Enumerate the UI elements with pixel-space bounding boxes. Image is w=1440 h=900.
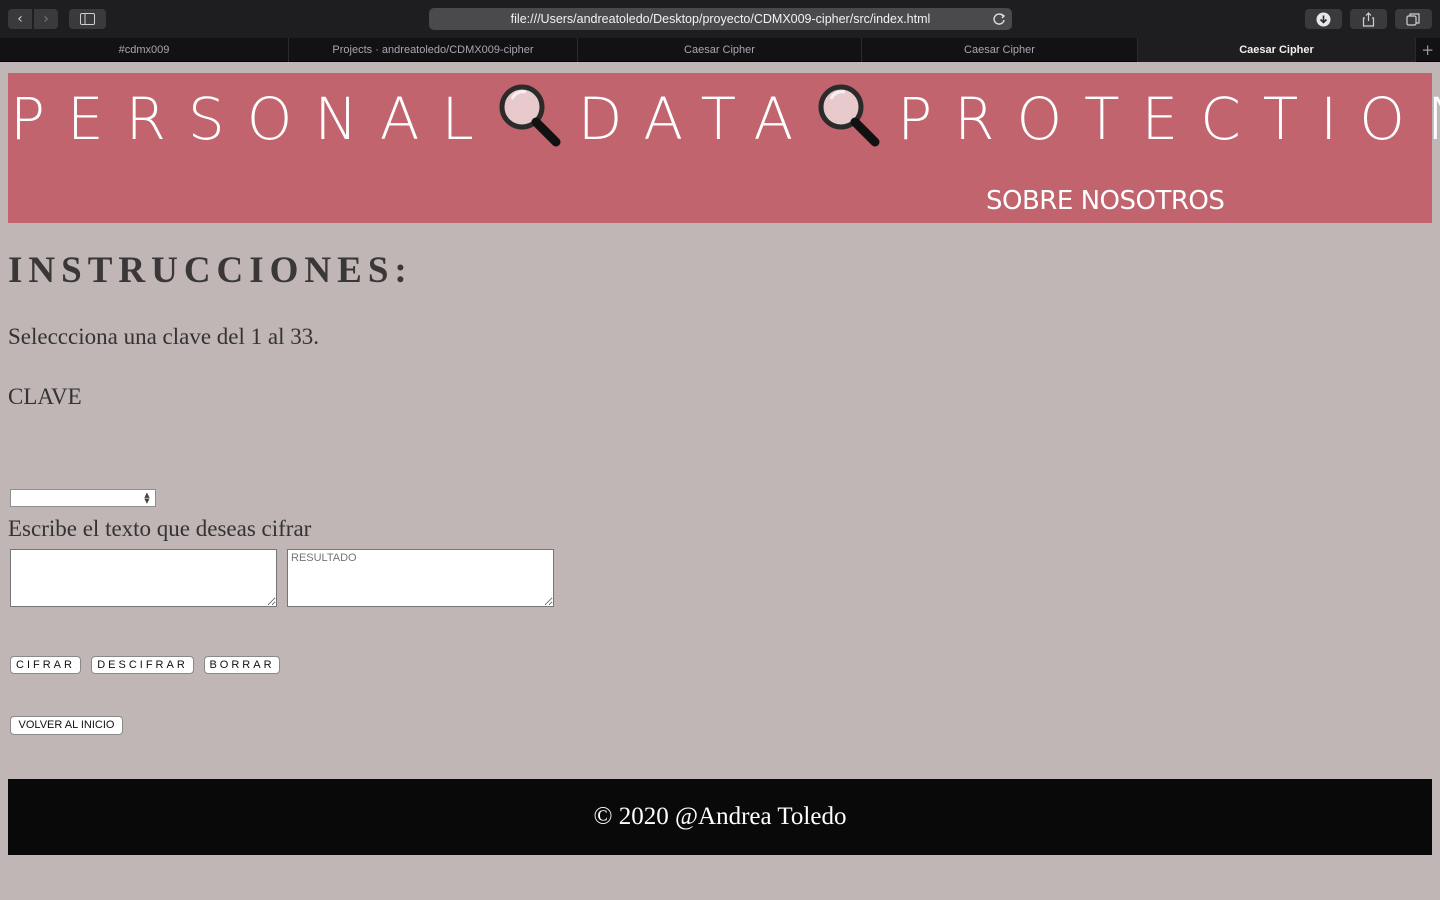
banner-word: DATA [577, 85, 816, 153]
decrypt-button[interactable]: DESCIFRAR [91, 656, 194, 674]
spinner-icon[interactable]: ▲ ▼ [143, 492, 151, 505]
tab-label: #cdmx009 [118, 44, 170, 56]
tab-bar: #cdmx009 Projects · andreatoledo/CDMX009… [0, 38, 1440, 62]
tab-label: Caesar Cipher [1239, 44, 1314, 56]
tab-label: Caesar Cipher [684, 44, 755, 56]
share-icon[interactable] [1350, 9, 1387, 29]
site-footer: © 2020 @Andrea Toledo [8, 779, 1432, 855]
tab-caesar-1[interactable]: Caesar Cipher [578, 38, 862, 62]
tab-cdmx009[interactable]: #cdmx009 [0, 38, 289, 62]
tabs-overview-icon[interactable] [1395, 9, 1432, 29]
key-number-input[interactable]: ▲ ▼ [10, 489, 156, 507]
tab-caesar-active[interactable]: Caesar Cipher [1138, 38, 1416, 62]
reload-icon[interactable] [992, 12, 1006, 26]
back-icon[interactable]: ‹ [8, 9, 32, 29]
banner-title: PERSONAL DATA PROTECTION [0, 78, 1440, 160]
clear-button[interactable]: BORRAR [204, 656, 280, 674]
tab-label: Projects · andreatoledo/CDMX009-cipher [332, 44, 534, 56]
new-tab-icon[interactable]: + [1421, 41, 1434, 59]
browser-toolbar: ‹ › file:///Users/andreatoledo/Desktop/p… [0, 0, 1440, 38]
tab-projects[interactable]: Projects · andreatoledo/CDMX009-cipher [289, 38, 578, 62]
instructions-title: INSTRUCCIONES: [8, 250, 413, 291]
about-us-link[interactable]: SOBRE NOSOTROS [986, 184, 1225, 218]
home-button[interactable]: VOLVER AL INICIO [10, 716, 123, 735]
banner-word: PERSONAL [10, 85, 496, 153]
tab-label: Caesar Cipher [964, 44, 1035, 56]
tab-caesar-2[interactable]: Caesar Cipher [862, 38, 1138, 62]
encrypt-button[interactable]: CIFRAR [10, 656, 81, 674]
magnifying-glass-icon [499, 84, 561, 147]
magnifying-glass-icon [818, 84, 880, 147]
plaintext-input[interactable] [10, 549, 277, 607]
instructions-text: Seleccciona una clave del 1 al 33. [8, 324, 319, 349]
key-label: CLAVE [8, 384, 82, 409]
write-text-label: Escribe el texto que deseas cifrar [8, 516, 312, 541]
forward-icon[interactable]: › [34, 9, 58, 29]
download-icon[interactable] [1305, 9, 1342, 29]
url-text: file:///Users/andreatoledo/Desktop/proye… [510, 12, 931, 26]
banner-word: PROTECTION [897, 85, 1440, 153]
sidebar-icon[interactable] [69, 9, 106, 29]
address-bar[interactable]: file:///Users/andreatoledo/Desktop/proye… [429, 8, 1012, 30]
result-output[interactable] [287, 549, 554, 607]
copyright-text: © 2020 @Andrea Toledo [593, 803, 847, 830]
